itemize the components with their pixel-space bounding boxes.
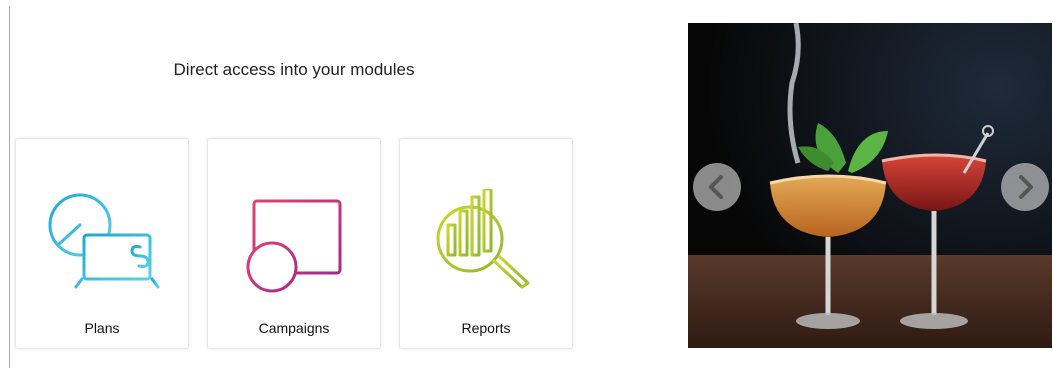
module-tile-campaigns[interactable]: Campaigns xyxy=(207,138,381,349)
module-tile-label: Campaigns xyxy=(258,320,330,336)
calendar-clock-icon xyxy=(246,191,342,293)
bar-chart-magnifier-icon xyxy=(436,189,530,289)
module-tile-plans[interactable]: Plans xyxy=(15,138,189,349)
chevron-right-icon xyxy=(1019,175,1033,199)
section-heading: Direct access into your modules xyxy=(173,60,415,79)
pie-chart-laptop-icon xyxy=(48,193,160,289)
carousel-prev-button[interactable] xyxy=(693,163,741,211)
chevron-left-icon xyxy=(709,175,723,199)
carousel-next-button[interactable] xyxy=(1001,163,1049,211)
module-tile-reports[interactable]: Reports xyxy=(399,138,573,349)
cocktail-glasses-photo xyxy=(688,23,1052,348)
image-carousel[interactable] xyxy=(688,23,1052,348)
module-tile-label: Plans xyxy=(84,320,120,336)
module-tile-label: Reports xyxy=(461,320,511,336)
module-launcher-page: Direct access into your modules Plans Ca… xyxy=(0,0,1053,373)
